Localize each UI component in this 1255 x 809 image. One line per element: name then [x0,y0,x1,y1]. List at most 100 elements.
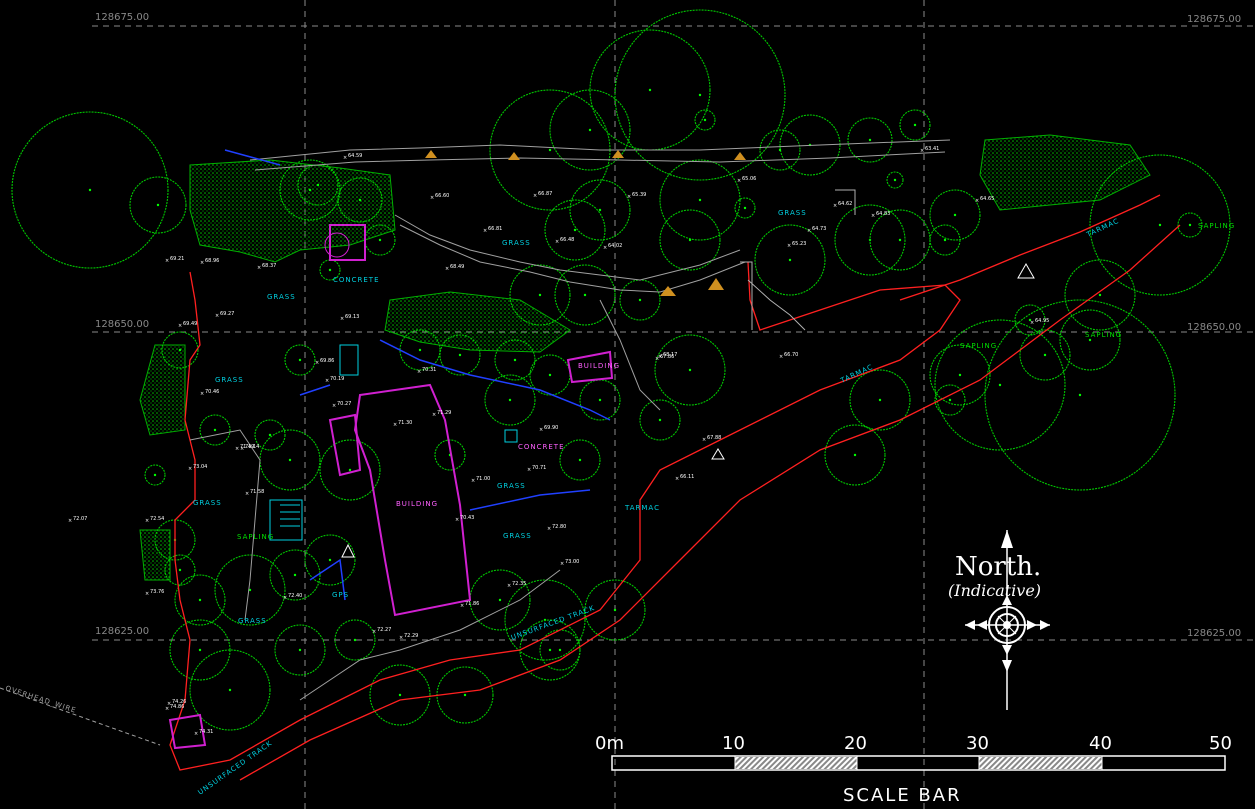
scale-tick-20: 20 [844,733,867,754]
spot-level: 71.86 [465,601,479,607]
hedge-areas [139,134,1151,581]
spot-level: 66.60 [435,193,449,199]
label-building-2: BUILDING [578,362,620,370]
spot-level: 69.86 [320,358,334,364]
label-concrete-2: CONCRETE [518,443,565,451]
scale-bar: 0m 10 20 30 40 50 SCALE BAR [595,733,1232,806]
scale-tick-40: 40 [1089,733,1112,754]
label-gps: GPS [332,591,349,599]
spot-level: 66.70 [784,352,798,358]
spot-level-cross-icon: × [165,258,169,264]
label-grass-6: GRASS [497,482,526,490]
spot-level: 68.37 [262,263,276,269]
tree-trunk-marker [458,353,462,357]
tree-trunk-marker [178,348,182,352]
tree-trunk-marker [268,433,272,437]
spot-level: 72.07 [73,516,87,522]
grid-label-n3-right: 128625.00 [1187,628,1241,639]
tree-trunk-marker [913,123,917,127]
spot-level-cross-icon: × [547,526,551,532]
label-building-1: BUILDING [396,500,438,508]
spot-level-cross-icon: × [167,701,171,707]
spot-level-cross-icon: × [178,323,182,329]
tree-trunk-marker [943,238,947,242]
survey-map: 128675.00 128675.00 128650.00 128650.00 … [0,0,1255,809]
spot-level: 65.23 [792,241,806,247]
spot-level: 74.26 [172,699,186,705]
north-arrow: North. (Indicative) [948,530,1050,710]
spot-level: 74.31 [199,729,213,735]
tree-trunk-marker [358,198,362,202]
tree-trunk-marker [868,138,872,142]
spot-level-cross-icon: × [533,193,537,199]
tree-trunk-marker [948,398,952,402]
tree-trunk-marker [573,228,577,232]
tree-trunk-marker [743,206,747,210]
spot-level-cross-icon: × [833,203,837,209]
spot-level: 66.87 [538,191,552,197]
spot-level: 64.62 [838,201,852,207]
tree-trunk-marker [198,648,202,652]
spot-level-cross-icon: × [430,195,434,201]
spot-level-cross-icon: × [975,198,979,204]
spot-level: 64.65 [980,196,994,202]
tree-trunk-marker [156,203,160,207]
label-tarmac-2: TARMAC [839,363,875,385]
tree-trunk-marker [348,468,352,472]
spot-level-cross-icon: × [283,595,287,601]
spot-level-cross-icon: × [560,561,564,567]
tree-trunk-marker [558,648,562,652]
tree-trunk-marker [228,688,232,692]
tree-trunk-marker [548,148,552,152]
spot-level: 63.41 [925,146,939,152]
label-overhead-wire: OVERHEAD_WIRE [4,684,77,715]
spot-level: 71.14 [245,444,259,450]
spot-level: 68.49 [450,264,464,270]
spot-level: 70.19 [330,376,344,382]
tree-trunk-marker [598,208,602,212]
spot-level: 70.31 [422,367,436,373]
label-tarmac-3: TARMAC [624,504,660,512]
tree-trunk-marker [1188,223,1192,227]
spot-level-cross-icon: × [807,228,811,234]
tree-trunk-marker [288,458,292,462]
spot-level-cross-icon: × [658,354,662,360]
spot-level-cross-icon: × [432,412,436,418]
spot-level: 71.30 [398,420,412,426]
spot-level-cross-icon: × [393,422,397,428]
tree-trunk-marker [513,358,517,362]
grid-label-n2-right: 128650.00 [1187,322,1241,333]
structures [269,232,518,541]
spot-level-cross-icon: × [145,591,149,597]
spot-level: 73.76 [150,589,164,595]
label-grass-8: GRASS [238,617,267,625]
tree-trunk-marker [953,213,957,217]
scale-bar-title: SCALE BAR [843,785,962,806]
spot-level: 69.13 [345,314,359,320]
spot-level-cross-icon: × [787,243,791,249]
spot-level: 65.06 [742,176,756,182]
scale-tick-30: 30 [966,733,989,754]
tree-trunk-marker [648,88,652,92]
spot-level-cross-icon: × [194,731,198,737]
tree-trunk-marker [958,373,962,377]
spot-level: 67.88 [707,435,721,441]
label-grass-4: GRASS [215,376,244,384]
spot-level: 73.00 [565,559,579,565]
tree-trunk-marker [463,693,467,697]
spot-level-cross-icon: × [460,603,464,609]
grid-label-n3-left: 128625.00 [95,626,149,637]
label-sapling-2: SAPLING [960,342,997,350]
tree-trunk-marker [698,198,702,202]
tree-trunk-marker [688,238,692,242]
spot-level-cross-icon: × [920,148,924,154]
spot-level: 69.49 [183,321,197,327]
spot-level: 64.73 [812,226,826,232]
spot-level-cross-icon: × [325,378,329,384]
spot-level: 73.04 [193,464,207,470]
tree-trunk-marker [613,608,617,612]
scale-segment-2 [735,757,857,769]
label-grass-2: GRASS [502,239,531,247]
tree-trunk-marker [1043,353,1047,357]
spot-level-cross-icon: × [871,213,875,219]
